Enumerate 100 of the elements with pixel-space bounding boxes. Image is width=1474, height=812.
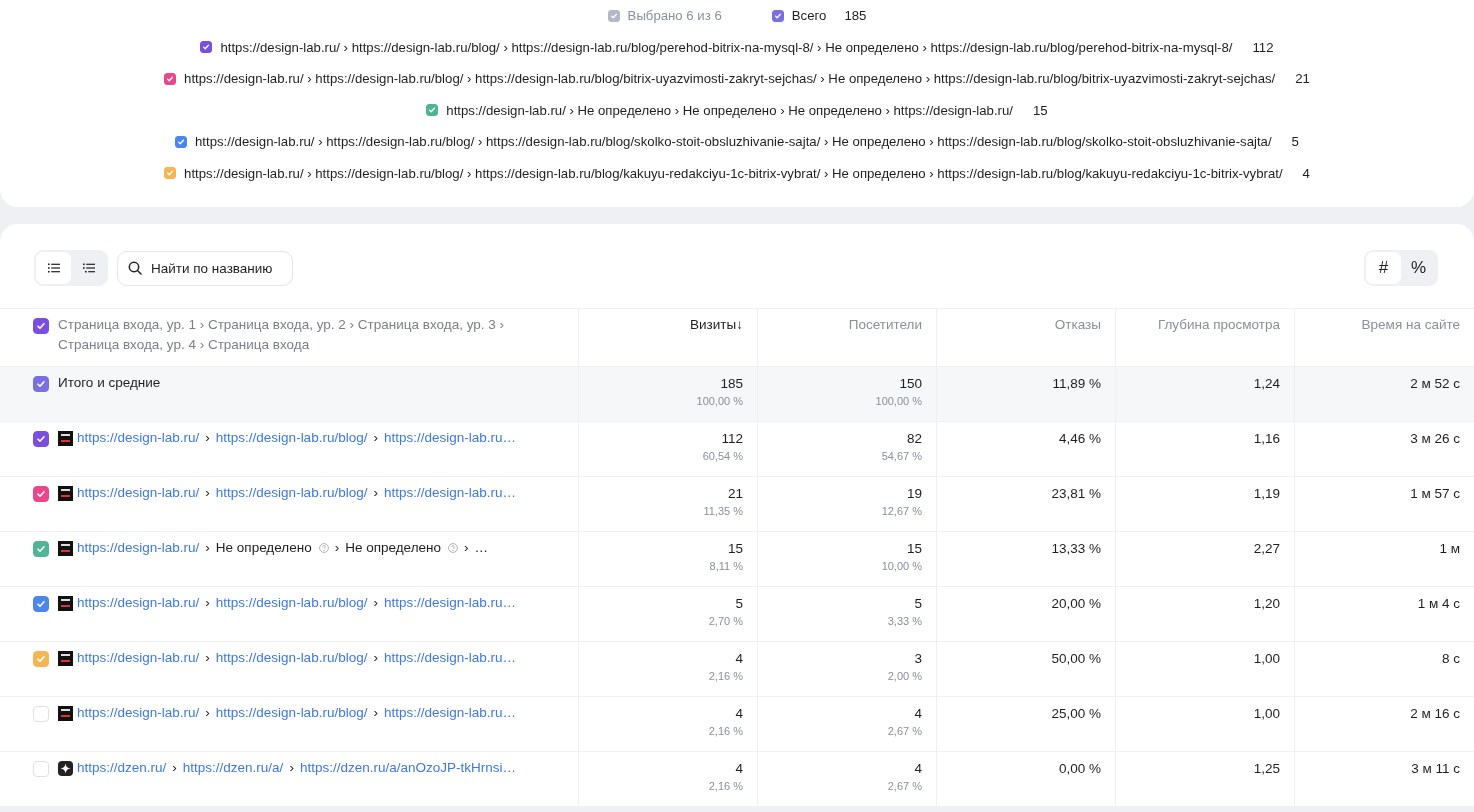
table-cell: 185 xyxy=(720,375,743,393)
path-separator: › xyxy=(205,540,210,555)
table-cell: 112 xyxy=(721,430,743,448)
table-cell: 0,00 % xyxy=(1058,760,1101,778)
page-link[interactable]: https://design-lab.ru/ xyxy=(77,540,200,555)
page-link[interactable]: https://design-lab.ru… xyxy=(383,485,516,500)
table-cell: 4 xyxy=(914,760,922,778)
page-link[interactable]: https://dzen.ru/ xyxy=(77,760,167,775)
share-cell-text: 100,00 % xyxy=(875,394,922,409)
checkbox[interactable] xyxy=(33,376,49,392)
column-header[interactable]: Визиты↓ xyxy=(690,317,743,332)
site-logo-icon xyxy=(58,486,73,501)
site-logo-icon xyxy=(58,541,73,556)
page-link[interactable]: https://design-lab.ru… xyxy=(383,430,516,445)
page-link[interactable]: https://dzen.ru/a/ xyxy=(182,760,284,775)
page-link[interactable]: https://design-lab.ru/ xyxy=(77,430,200,445)
table-cell: 21 xyxy=(727,485,743,503)
help-icon[interactable] xyxy=(318,542,329,553)
help-icon[interactable] xyxy=(448,542,458,553)
search-field[interactable]: Найти по названию xyxy=(117,250,293,286)
check-icon xyxy=(36,321,46,331)
legend-checkbox[interactable] xyxy=(175,135,188,148)
page-label: … xyxy=(474,540,488,555)
unit-button[interactable]: # xyxy=(1366,252,1401,284)
page-link[interactable]: https://design-lab.ru… xyxy=(383,705,516,720)
table-cell: 2,27 xyxy=(1253,540,1280,558)
table-cell: 4 xyxy=(735,705,743,723)
check-icon xyxy=(36,599,46,609)
check-icon xyxy=(166,169,175,178)
share-cell-text: 100,00 % xyxy=(696,394,743,409)
column-header: Страница входа, ур. 1 › Страница входа, ур. 2 › Страница входа, ур. 3 › Страница входа, ур. 4 › Страница входа xyxy=(58,316,505,354)
page-link[interactable]: https://design-lab.ru/blog/ xyxy=(215,430,368,445)
column-header[interactable]: Посетители xyxy=(848,317,922,332)
table-cell: 3 м 11 с xyxy=(1411,760,1460,778)
sparkle-icon xyxy=(58,761,73,776)
page-link[interactable]: https://design-lab.ru/ xyxy=(77,485,200,500)
column-header[interactable]: Отказы xyxy=(1054,317,1101,332)
row-checkbox[interactable] xyxy=(33,431,49,447)
page-link[interactable]: https://dzen.ru/a/anOzoJP-tkHrnsi… xyxy=(299,760,516,775)
page-link[interactable]: https://design-lab.ru/ xyxy=(77,650,200,665)
legend-path: https://design-lab.ru/ › https://design-lab.ru/blog/ › https://design-lab.ru/blog/kakuyu-redakciyu-1c-bitrix-vybrat/ › Не определено › https://design-lab.ru/blog/kakuyu-redakciyu-1c-bitrix-vybrat/ xyxy=(184,165,1283,181)
list-icon xyxy=(47,263,60,273)
table-cell: 20,00 % xyxy=(1051,595,1101,613)
path-separator: › xyxy=(172,760,177,775)
table-cell: 1,25 xyxy=(1253,760,1280,778)
page-link[interactable]: https://design-lab.ru/blog/ xyxy=(215,650,368,665)
column-header[interactable]: Глубина просмотра xyxy=(1157,317,1280,332)
page-link[interactable]: https://design-lab.ru/blog/ xyxy=(215,705,368,720)
path-separator: › xyxy=(373,650,378,665)
site-logo-icon xyxy=(58,596,73,611)
row-checkbox[interactable] xyxy=(33,651,49,667)
checkbox[interactable] xyxy=(33,318,49,334)
check-icon xyxy=(36,434,46,444)
legend-checkbox[interactable] xyxy=(164,167,177,180)
legend-checkbox[interactable] xyxy=(426,104,439,117)
legend-path: https://design-lab.ru/ › https://design-lab.ru/blog/ › https://design-lab.ru/blog/skolko-stoit-obsluzhivanie-sajta/ › Не определено › https://design-lab.ru/blog/skolko-stoit-obsluzhivanie-sajta/ xyxy=(195,134,1272,150)
table-cell: 1,00 xyxy=(1253,650,1280,668)
page-link[interactable]: https://design-lab.ru… xyxy=(383,650,516,665)
table-cell: 150 xyxy=(899,375,922,393)
page-link[interactable]: https://design-lab.ru/blog/ xyxy=(215,595,368,610)
table-cell: 13,33 % xyxy=(1051,540,1101,558)
table-cell: 8 с xyxy=(1442,650,1460,668)
table-cell: 50,00 % xyxy=(1051,650,1101,668)
check-icon xyxy=(36,654,46,664)
unit-button[interactable]: % xyxy=(1401,252,1436,284)
check-icon xyxy=(36,489,46,499)
page-link[interactable]: https://design-lab.ru… xyxy=(383,595,516,610)
site-logo-icon xyxy=(58,706,73,721)
legend-checkbox[interactable] xyxy=(200,41,213,54)
share-cell-text: 3,33 % xyxy=(887,614,922,629)
share-cell-text: 2,00 % xyxy=(887,669,922,684)
check-icon xyxy=(36,544,46,554)
page-link[interactable]: https://design-lab.ru/ xyxy=(77,595,200,610)
row-checkbox[interactable] xyxy=(33,596,49,612)
table-cell: 15 xyxy=(727,540,743,558)
path-separator: › xyxy=(373,485,378,500)
legend-count: 5 xyxy=(1291,134,1299,150)
share-cell-text: 54,67 % xyxy=(881,449,922,464)
path-separator: › xyxy=(205,485,210,500)
total-value: 185 xyxy=(844,8,867,24)
table-cell: 4 xyxy=(914,705,922,723)
list-view-button[interactable] xyxy=(36,252,71,284)
legend-path: https://design-lab.ru/ › https://design-lab.ru/blog/ › https://design-lab.ru/blog/bitrix-uyazvimosti-zakryt-sejchas/ › Не определено › https://design-lab.ru/blog/bitrix-uyazvimosti-zakryt-sejchas/ xyxy=(184,71,1276,87)
column-header[interactable]: Время на сайте xyxy=(1361,317,1460,332)
check-icon xyxy=(177,137,186,146)
path-separator: › xyxy=(464,540,469,555)
page-link[interactable]: https://design-lab.ru/ xyxy=(77,705,200,720)
check-icon xyxy=(773,11,782,20)
table-cell: 1,24 xyxy=(1253,375,1280,393)
site-logo-icon xyxy=(58,431,73,446)
page-link[interactable]: https://design-lab.ru/blog/ xyxy=(215,485,368,500)
path-separator: › xyxy=(334,540,340,555)
checkbox[interactable] xyxy=(771,9,784,22)
table-cell: 1,20 xyxy=(1253,595,1280,613)
legend-checkbox[interactable] xyxy=(164,72,177,85)
row-checkbox[interactable] xyxy=(33,486,49,502)
table-cell: 15 xyxy=(906,540,922,558)
row-checkbox[interactable] xyxy=(33,541,49,557)
table-cell: 4 xyxy=(735,650,743,668)
checkbox[interactable] xyxy=(607,9,620,22)
